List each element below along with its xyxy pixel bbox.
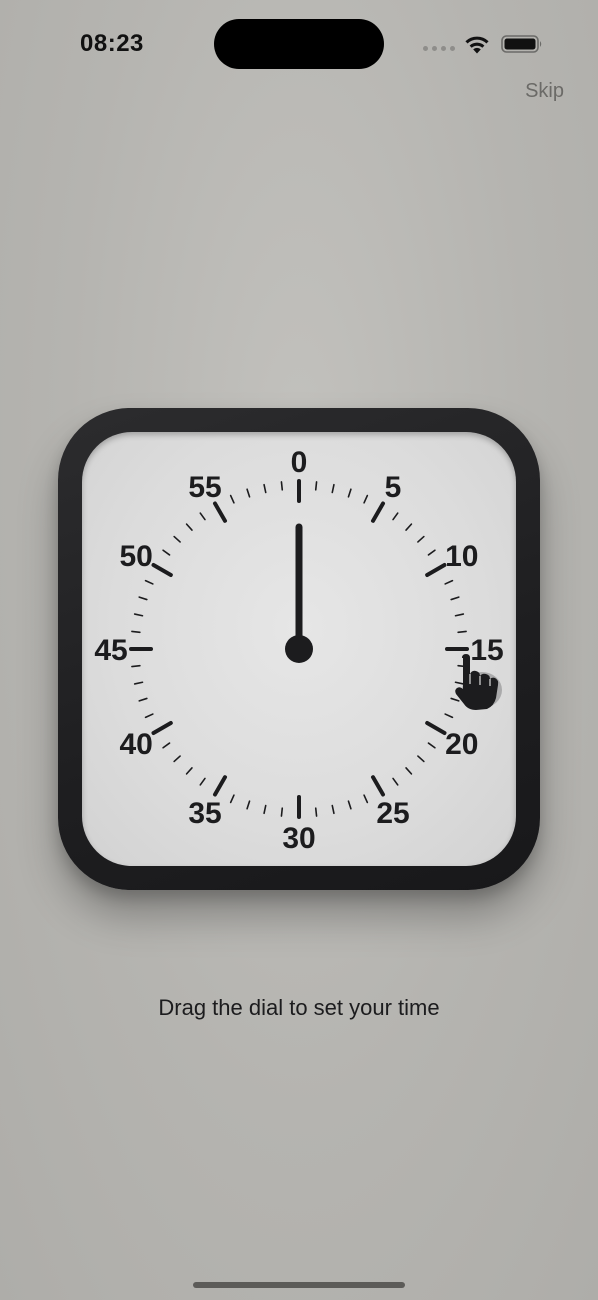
minor-tick — [199, 512, 206, 521]
dial-label-10: 10 — [445, 540, 478, 573]
minor-tick — [173, 755, 181, 763]
minor-tick — [162, 549, 171, 556]
dial-label-55: 55 — [188, 471, 221, 504]
wifi-icon — [465, 36, 489, 54]
minor-tick — [131, 630, 141, 634]
minor-tick — [454, 681, 465, 685]
hand-pivot — [285, 635, 313, 663]
minor-tick — [263, 483, 267, 494]
dial-label-20: 20 — [445, 728, 478, 761]
minor-tick — [347, 800, 352, 810]
minor-tick — [392, 777, 399, 786]
dial-label-25: 25 — [376, 797, 409, 830]
minor-tick — [444, 713, 454, 719]
status-bar: 08:23 — [0, 0, 598, 90]
minor-tick — [133, 613, 144, 617]
minor-tick — [450, 697, 460, 702]
minor-tick — [185, 767, 193, 775]
home-indicator[interactable] — [193, 1282, 405, 1288]
dial-label-30: 30 — [282, 822, 315, 855]
minor-tick — [347, 488, 352, 498]
minor-tick — [444, 579, 454, 585]
minor-tick — [131, 664, 141, 668]
minor-tick — [450, 596, 460, 601]
minor-tick — [314, 481, 318, 491]
minor-tick — [280, 481, 284, 491]
minor-tick — [363, 794, 369, 804]
minor-tick — [144, 713, 154, 719]
status-time: 08:23 — [80, 30, 144, 57]
dial-label-15: 15 — [470, 634, 503, 667]
instruction-text: Drag the dial to set your time — [158, 995, 440, 1020]
dial-label-50: 50 — [119, 540, 152, 573]
minor-tick — [229, 794, 235, 804]
minor-tick — [454, 613, 465, 617]
minor-tick — [199, 777, 206, 786]
skip-button[interactable]: Skip — [525, 80, 564, 103]
major-tick — [425, 563, 447, 577]
minor-tick — [162, 742, 171, 749]
major-tick — [151, 563, 173, 577]
dynamic-island — [214, 19, 384, 69]
minor-tick — [405, 767, 413, 775]
major-tick — [213, 501, 227, 523]
timer-dial-frame[interactable]: 0 5 10 15 20 25 30 35 40 45 50 55 — [58, 408, 540, 890]
minor-tick — [185, 523, 193, 531]
minor-tick — [363, 494, 369, 504]
minor-tick — [427, 742, 436, 749]
minor-tick — [280, 807, 284, 817]
dial-label-40: 40 — [119, 728, 152, 761]
major-tick — [213, 775, 227, 797]
dial-label-45: 45 — [94, 634, 127, 667]
minor-tick — [314, 807, 318, 817]
dial-label-5: 5 — [385, 471, 402, 504]
minor-tick — [392, 512, 399, 521]
minor-tick — [405, 523, 413, 531]
minor-tick — [138, 697, 148, 702]
minor-tick — [246, 800, 251, 810]
minor-tick — [457, 630, 467, 634]
minor-tick — [417, 535, 425, 543]
dial-label-0: 0 — [291, 446, 308, 479]
major-tick — [371, 501, 385, 523]
battery-icon — [501, 35, 542, 53]
minor-tick — [417, 755, 425, 763]
timer-dial[interactable]: 0 5 10 15 20 25 30 35 40 45 50 55 — [82, 432, 516, 866]
major-tick — [371, 775, 385, 797]
minor-tick — [229, 494, 235, 504]
minor-tick — [144, 579, 154, 585]
major-tick — [425, 721, 447, 735]
minor-tick — [263, 804, 267, 815]
minor-tick — [427, 549, 436, 556]
minor-tick — [246, 488, 251, 498]
major-tick — [151, 721, 173, 735]
minor-tick — [133, 681, 144, 685]
minor-tick — [138, 596, 148, 601]
dial-label-35: 35 — [188, 797, 221, 830]
timer-dial-face[interactable]: 0 5 10 15 20 25 30 35 40 45 50 55 — [82, 432, 516, 866]
minor-tick — [173, 535, 181, 543]
cellular-signal-icon — [423, 46, 455, 52]
minor-tick — [331, 483, 335, 494]
minor-tick — [331, 804, 335, 815]
